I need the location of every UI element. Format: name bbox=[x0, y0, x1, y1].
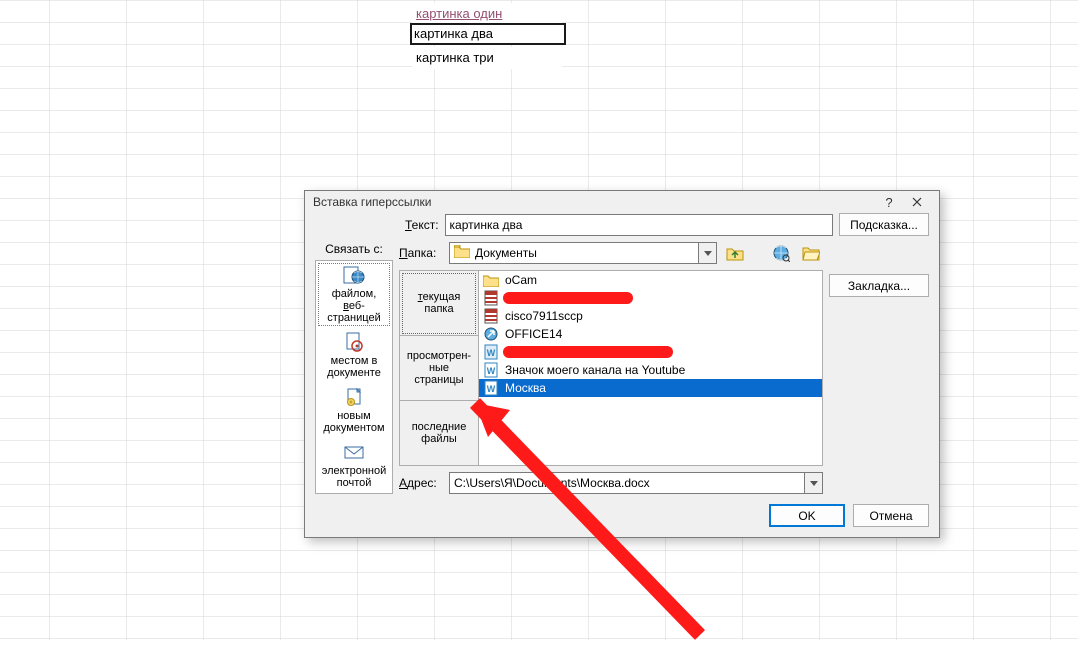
file-item-cisco[interactable]: cisco7911sccp bbox=[479, 307, 822, 325]
file-item-redacted-1[interactable] bbox=[479, 289, 822, 307]
tooltip-button[interactable]: Подсказка... bbox=[839, 213, 929, 236]
file-item-office14[interactable]: OFFICE14 bbox=[479, 325, 822, 343]
tab-browsed-pages[interactable]: просмотрен-ные страницы bbox=[400, 336, 478, 401]
display-text-input[interactable] bbox=[445, 214, 833, 236]
file-label: Значок моего канала на Youtube bbox=[505, 363, 685, 377]
address-combo[interactable]: C:\Users\Я\Documents\Москва.docx bbox=[449, 472, 823, 494]
dialog-titlebar[interactable]: Вставка гиперссылки ? bbox=[305, 191, 939, 213]
linkwith-panel: файлом, веб-страницей местом в документе… bbox=[315, 260, 393, 494]
cell-a[interactable]: картинка один bbox=[412, 3, 562, 25]
browse-tabs: текущая папка просмотрен-ные страницы по… bbox=[399, 270, 479, 466]
file-label: OFFICE14 bbox=[505, 327, 562, 341]
folder-value: Документы bbox=[475, 246, 537, 260]
tab-recent-files[interactable]: последние файлы bbox=[400, 401, 478, 465]
linkwith-email-label: электронной почтой bbox=[320, 465, 388, 489]
linkwith-file-label: файлом, веб-страницей bbox=[320, 288, 388, 324]
browse-file-button[interactable] bbox=[799, 242, 823, 264]
cancel-button[interactable]: Отмена bbox=[853, 504, 929, 527]
linkwith-label: Связать с: bbox=[315, 242, 393, 256]
linkwith-place-label: местом в документе bbox=[320, 355, 388, 379]
cell-b-selected[interactable]: картинка два bbox=[410, 23, 566, 45]
text-label: Текст: bbox=[405, 218, 439, 232]
file-item-moscow[interactable]: W Москва bbox=[479, 379, 822, 397]
chevron-down-icon[interactable] bbox=[698, 243, 716, 263]
envelope-icon bbox=[342, 442, 366, 462]
globe-page-icon bbox=[342, 265, 366, 285]
shortcut-icon bbox=[483, 326, 499, 342]
chevron-down-icon[interactable] bbox=[804, 473, 822, 493]
file-item-ocam[interactable]: oCam bbox=[479, 271, 822, 289]
file-label: Москва bbox=[505, 381, 546, 395]
cell-c[interactable]: картинка три bbox=[412, 47, 562, 69]
tab-current-folder[interactable]: текущая папка bbox=[400, 271, 478, 336]
address-label: Адрес: bbox=[399, 476, 443, 490]
file-item-redacted-2[interactable]: W bbox=[479, 343, 822, 361]
folder-combo[interactable]: Документы bbox=[449, 242, 717, 264]
word-doc-icon: W bbox=[483, 380, 499, 396]
linkwith-newdoc-label: новым документом bbox=[320, 410, 388, 434]
file-list[interactable]: oCam cisco7911sccp OFFICE14 bbox=[479, 270, 823, 466]
linkwith-newdoc[interactable]: новым документом bbox=[316, 383, 392, 438]
word-doc-icon: W bbox=[483, 344, 499, 360]
insert-hyperlink-dialog: Вставка гиперссылки ? Текст: Подсказка..… bbox=[304, 190, 940, 538]
linkwith-file-web[interactable]: файлом, веб-страницей bbox=[316, 261, 392, 328]
svg-text:W: W bbox=[487, 348, 496, 358]
svg-text:W: W bbox=[487, 366, 496, 376]
new-document-icon bbox=[342, 387, 366, 407]
svg-text:W: W bbox=[487, 384, 496, 394]
file-label: cisco7911sccp bbox=[505, 309, 583, 323]
folder-icon bbox=[454, 245, 470, 261]
archive-icon bbox=[483, 290, 499, 306]
browse-web-button[interactable] bbox=[769, 242, 793, 264]
dialog-title: Вставка гиперссылки bbox=[313, 195, 431, 209]
linkwith-email[interactable]: электронной почтой bbox=[316, 438, 392, 493]
up-folder-button[interactable] bbox=[723, 242, 747, 264]
redaction bbox=[503, 292, 633, 304]
redaction bbox=[503, 346, 673, 358]
file-label: oCam bbox=[505, 273, 537, 287]
linkwith-place[interactable]: местом в документе bbox=[316, 328, 392, 383]
word-doc-icon: W bbox=[483, 362, 499, 378]
folder-label: Папка: bbox=[399, 246, 443, 260]
close-button[interactable] bbox=[903, 192, 931, 212]
help-button[interactable]: ? bbox=[875, 192, 903, 212]
folder-icon bbox=[483, 272, 499, 288]
bookmark-button[interactable]: Закладка... bbox=[829, 274, 929, 297]
ok-button[interactable]: OK bbox=[769, 504, 845, 527]
file-item-youtube-icon[interactable]: W Значок моего канала на Youtube bbox=[479, 361, 822, 379]
archive-icon bbox=[483, 308, 499, 324]
address-value: C:\Users\Я\Documents\Москва.docx bbox=[454, 476, 650, 490]
document-target-icon bbox=[342, 332, 366, 352]
